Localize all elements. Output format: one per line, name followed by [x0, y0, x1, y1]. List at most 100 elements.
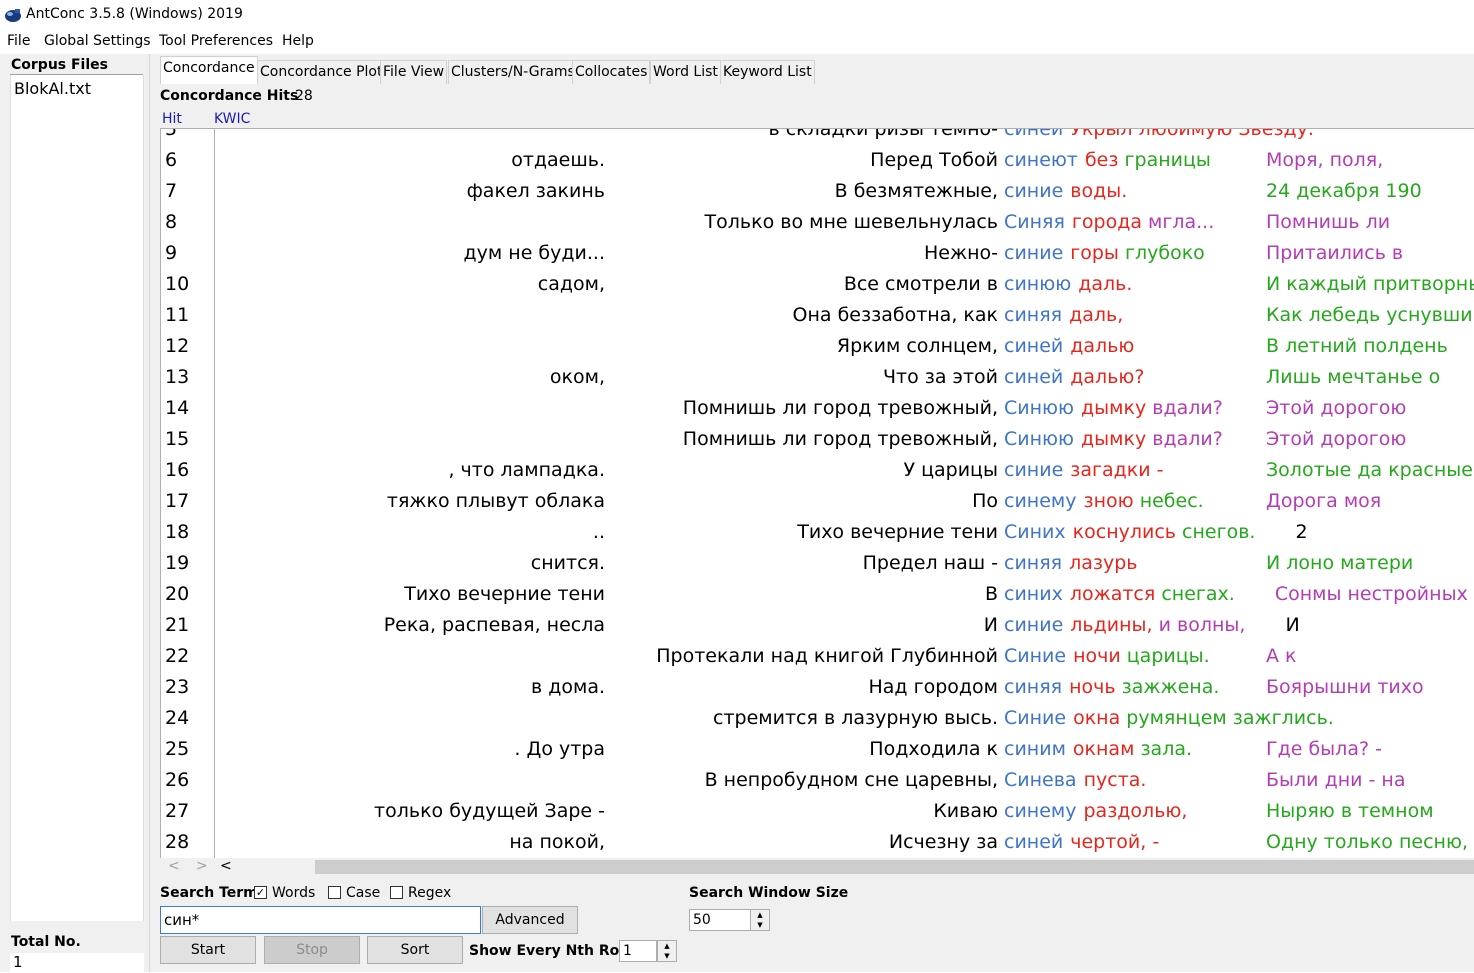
stop-button[interactable]: Stop	[264, 936, 360, 964]
keyword-in-context[interactable]: синей	[1004, 366, 1063, 388]
concordance-row[interactable]: 6 отдаешь. Перед Тобой синеют без границы Мор…	[161, 146, 1474, 177]
keyword-in-context[interactable]: синеют	[1004, 149, 1078, 171]
concordance-row[interactable]: 14 Помнишь ли город тревожный, Синюю дымку …	[161, 394, 1474, 425]
concordance-row[interactable]: 19 снится. Предел наш - синяя лазурь И лоно м…	[161, 549, 1474, 580]
keyword-in-context[interactable]: синему	[1004, 800, 1076, 822]
keyword-in-context[interactable]: синему	[1004, 490, 1076, 512]
concordance-row[interactable]: 22 Протекали над книгой Глубинной Синие ноч…	[161, 642, 1474, 673]
concordance-row[interactable]: 18.. Тихо вечерние тени Синих коснулись сне…	[161, 518, 1474, 549]
keyword-in-context[interactable]: синие	[1004, 614, 1063, 636]
hit-number: 11	[165, 304, 190, 326]
keyword-in-context[interactable]: синие	[1004, 459, 1063, 481]
tab-keyword-list[interactable]: Keyword List	[720, 60, 815, 84]
concordance-row[interactable]: 21 Река, распевая, несла Исиние льдины, и в…	[161, 611, 1474, 642]
left-context-near: По	[972, 490, 998, 512]
hit-number: 18	[165, 521, 190, 543]
concordance-row[interactable]: 11 Она беззаботна, как синяя даль, Как лебед…	[161, 301, 1474, 332]
corpus-panel: Corpus Files BlokAl.txt Total No. 1	[0, 54, 150, 973]
sort-button[interactable]: Sort	[367, 936, 463, 964]
right-context-word-2: румянцем зажглись.	[1126, 707, 1334, 729]
corpus-file-list[interactable]: BlokAl.txt	[10, 75, 144, 921]
concordance-row[interactable]: 27 только будущей Заре - Киваю синему раздол…	[161, 797, 1474, 828]
concordance-row[interactable]: 9 дум не буди... Нежно-синие горы глубоко Пр…	[161, 239, 1474, 270]
left-context-near: Исчезну за	[888, 831, 998, 853]
keyword-in-context[interactable]: Синих	[1004, 521, 1066, 543]
concordance-row[interactable]: 15 Помнишь ли город тревожный, Синюю дымку …	[161, 425, 1474, 456]
keyword-in-context[interactable]: синяя	[1004, 304, 1062, 326]
keyword-in-context[interactable]: синие	[1004, 242, 1063, 264]
scroll-left-arrow-icon[interactable]: <	[220, 858, 232, 874]
start-button[interactable]: Start	[160, 936, 256, 964]
tab-clusters-ngrams[interactable]: Clusters/N-Grams	[448, 60, 578, 84]
keyword-in-context[interactable]: синие	[1004, 180, 1063, 202]
right-context-word-1: лазурь	[1069, 552, 1138, 574]
concordance-row[interactable]: 26 В непробудном сне царевны, Синева пуста.…	[161, 766, 1474, 797]
search-input[interactable]: син*	[160, 906, 481, 934]
tab-collocates[interactable]: Collocates	[572, 60, 651, 84]
keyword-in-context[interactable]: Синие	[1004, 707, 1066, 729]
concordance-row[interactable]: 8 Только во мне шевельнулась Синяя города м…	[161, 208, 1474, 239]
menu-file[interactable]: File	[7, 33, 30, 49]
keyword-in-context[interactable]: Синие	[1004, 645, 1066, 667]
corpus-file-item[interactable]: BlokAl.txt	[14, 79, 91, 98]
keyword-in-context[interactable]: синей	[1004, 335, 1063, 357]
window-size-stepper[interactable]: ▲ ▼	[750, 909, 770, 931]
right-context-word-1: воды.	[1070, 180, 1128, 202]
concordance-results[interactable]: 5 в складки ризы темно-синей Укрыл любимую…	[160, 128, 1474, 858]
advanced-button[interactable]: Advanced	[482, 906, 578, 934]
menu-global-settings[interactable]: Global Settings	[44, 33, 151, 49]
concordance-row[interactable]: 17 тяжко плывут облака По синему зною небес.…	[161, 487, 1474, 518]
keyword-in-context[interactable]: синей	[1004, 129, 1063, 140]
left-context-near: Только во мне шевельнулась	[704, 211, 998, 233]
regex-checkbox[interactable]	[390, 886, 403, 899]
concordance-row[interactable]: 16 , что лампадка. У царицы синие загадки - З…	[161, 456, 1474, 487]
concordance-row[interactable]: 7 факел закинь В безмятежные, синие воды. 24 …	[161, 177, 1474, 208]
scroll-right-icon[interactable]: >	[196, 858, 208, 874]
concordance-row[interactable]: 23 в дома. Над городом синяя ночь зажжена. Бо…	[161, 673, 1474, 704]
left-context-near: Помнишь ли город тревожный,	[682, 397, 998, 419]
right-context-word-1: ночи	[1073, 645, 1121, 667]
keyword-in-context[interactable]: Синюю	[1004, 428, 1074, 450]
window-size-input[interactable]: 50	[689, 909, 751, 931]
concordance-row[interactable]: 24 стремится в лазурную высь. Синие окна ру…	[161, 704, 1474, 735]
concordance-row[interactable]: 10 садом, Все смотрели в синюю даль. И каждый…	[161, 270, 1474, 301]
keyword-in-context[interactable]: синюю	[1004, 273, 1071, 295]
keyword-in-context[interactable]: синей	[1004, 831, 1063, 853]
words-checkbox[interactable]: ✓	[254, 886, 267, 899]
concordance-row[interactable]: 20 Тихо вечерние тени Всиних ложатся снегах…	[161, 580, 1474, 611]
case-label: Case	[346, 885, 381, 901]
concordance-row[interactable]: 28 на покой, Исчезну за синей чертой, - Одну …	[161, 828, 1474, 858]
menu-help[interactable]: Help	[282, 33, 314, 49]
hit-number: 7	[165, 180, 178, 202]
right-context-near: даль.	[1078, 273, 1132, 295]
concordance-row[interactable]: 25 . До утра Подходила к синим окнам зала. Гд…	[161, 735, 1474, 766]
left-context-near: Перед Тобой	[870, 149, 998, 171]
keyword-in-context[interactable]: синяя	[1004, 676, 1062, 698]
concordance-row[interactable]: 13 оком, Что за этой синей далью? Лишь мечтан…	[161, 363, 1474, 394]
right-context-word-1: загадки -	[1070, 459, 1164, 481]
keyword-in-context[interactable]: Синяя	[1004, 211, 1065, 233]
concordance-row[interactable]: 12 Ярким солнцем, синей далью В летний полде…	[161, 332, 1474, 363]
tab-concordance-plot[interactable]: Concordance Plot	[257, 60, 386, 84]
keyword-in-context[interactable]: синих	[1004, 583, 1063, 605]
nth-row-stepper[interactable]: ▲ ▼	[657, 940, 677, 962]
concordance-row[interactable]: 5 в складки ризы темно-синей Укрыл любимую…	[161, 129, 1474, 146]
nth-row-input[interactable]: 1	[619, 940, 657, 962]
right-context-near: ложатся снегах.	[1070, 583, 1235, 605]
keyword-in-context[interactable]: Синюю	[1004, 397, 1074, 419]
show-every-nth-row-label: Show Every Nth Row	[469, 943, 633, 959]
tab-concordance[interactable]: Concordance	[160, 56, 258, 84]
case-checkbox[interactable]	[328, 886, 341, 899]
scroll-left-icon[interactable]: <	[168, 858, 180, 874]
tab-word-list[interactable]: Word List	[650, 60, 721, 84]
kwic-column-header[interactable]: KWIC	[214, 111, 250, 127]
keyword-in-context[interactable]: синяя	[1004, 552, 1062, 574]
menu-tool-preferences[interactable]: Tool Preferences	[159, 33, 273, 49]
hit-column-header[interactable]: Hit	[162, 111, 182, 127]
hit-number: 9	[165, 242, 178, 264]
scroll-thumb[interactable]	[315, 860, 1474, 874]
keyword-in-context[interactable]: синим	[1004, 738, 1066, 760]
horizontal-scrollbar[interactable]: < > <	[160, 858, 1474, 876]
keyword-in-context[interactable]: Синева	[1004, 769, 1077, 791]
tab-file-view[interactable]: File View	[380, 60, 448, 84]
